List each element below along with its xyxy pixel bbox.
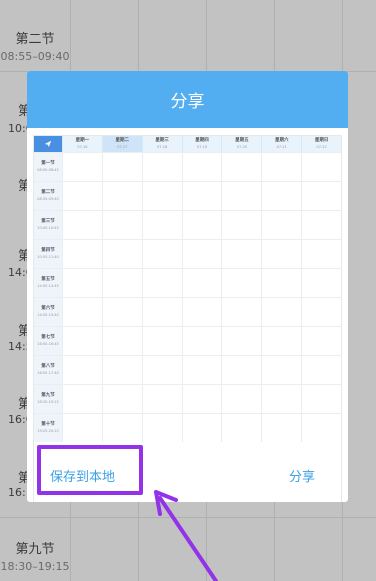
pointer-arrow: [154, 490, 218, 581]
